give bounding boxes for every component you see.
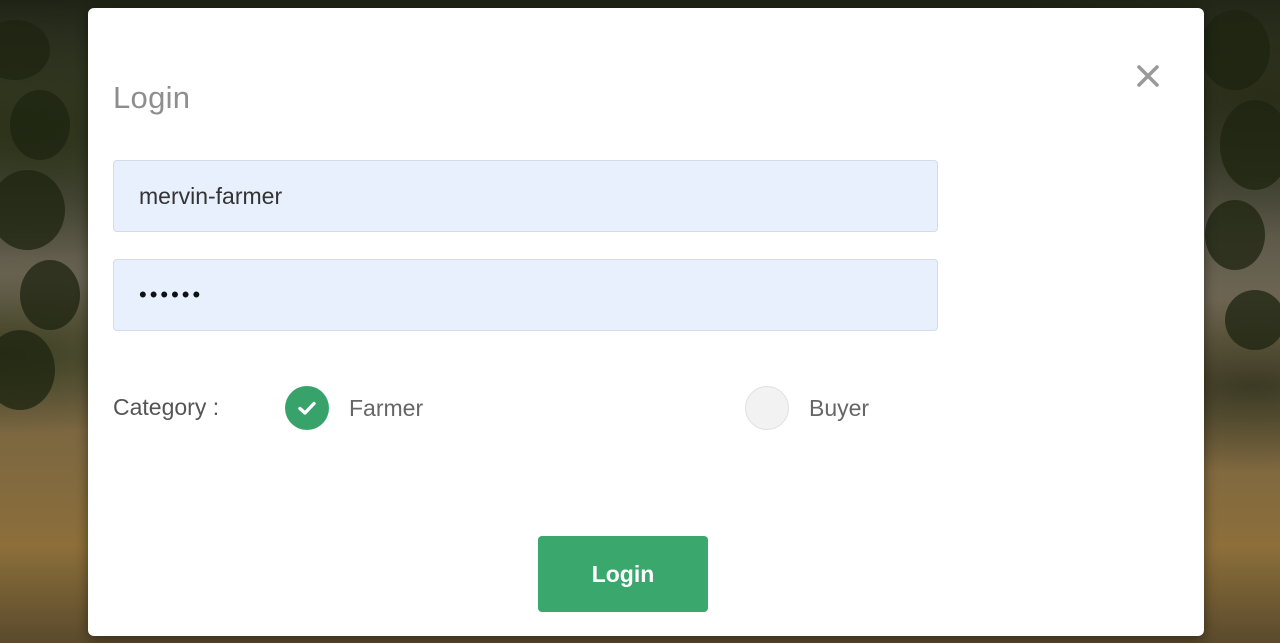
farmer-radio[interactable]: Farmer (285, 385, 423, 431)
modal-title: Login (113, 80, 191, 115)
farmer-radio-label: Farmer (349, 394, 424, 421)
password-input[interactable] (113, 259, 938, 331)
check-icon (298, 401, 316, 415)
buyer-radio-label: Buyer (809, 394, 870, 421)
close-icon (1137, 65, 1159, 87)
category-label: Category : (113, 394, 220, 420)
close-button[interactable] (1130, 58, 1166, 94)
buyer-radio[interactable]: Buyer (745, 385, 869, 431)
username-input[interactable] (113, 160, 938, 232)
login-modal: Login Category : Farmer Buyer Login (88, 8, 1204, 636)
login-button[interactable]: Login (538, 536, 708, 612)
farmer-radio-indicator[interactable] (285, 386, 329, 430)
buyer-radio-indicator[interactable] (745, 386, 789, 430)
